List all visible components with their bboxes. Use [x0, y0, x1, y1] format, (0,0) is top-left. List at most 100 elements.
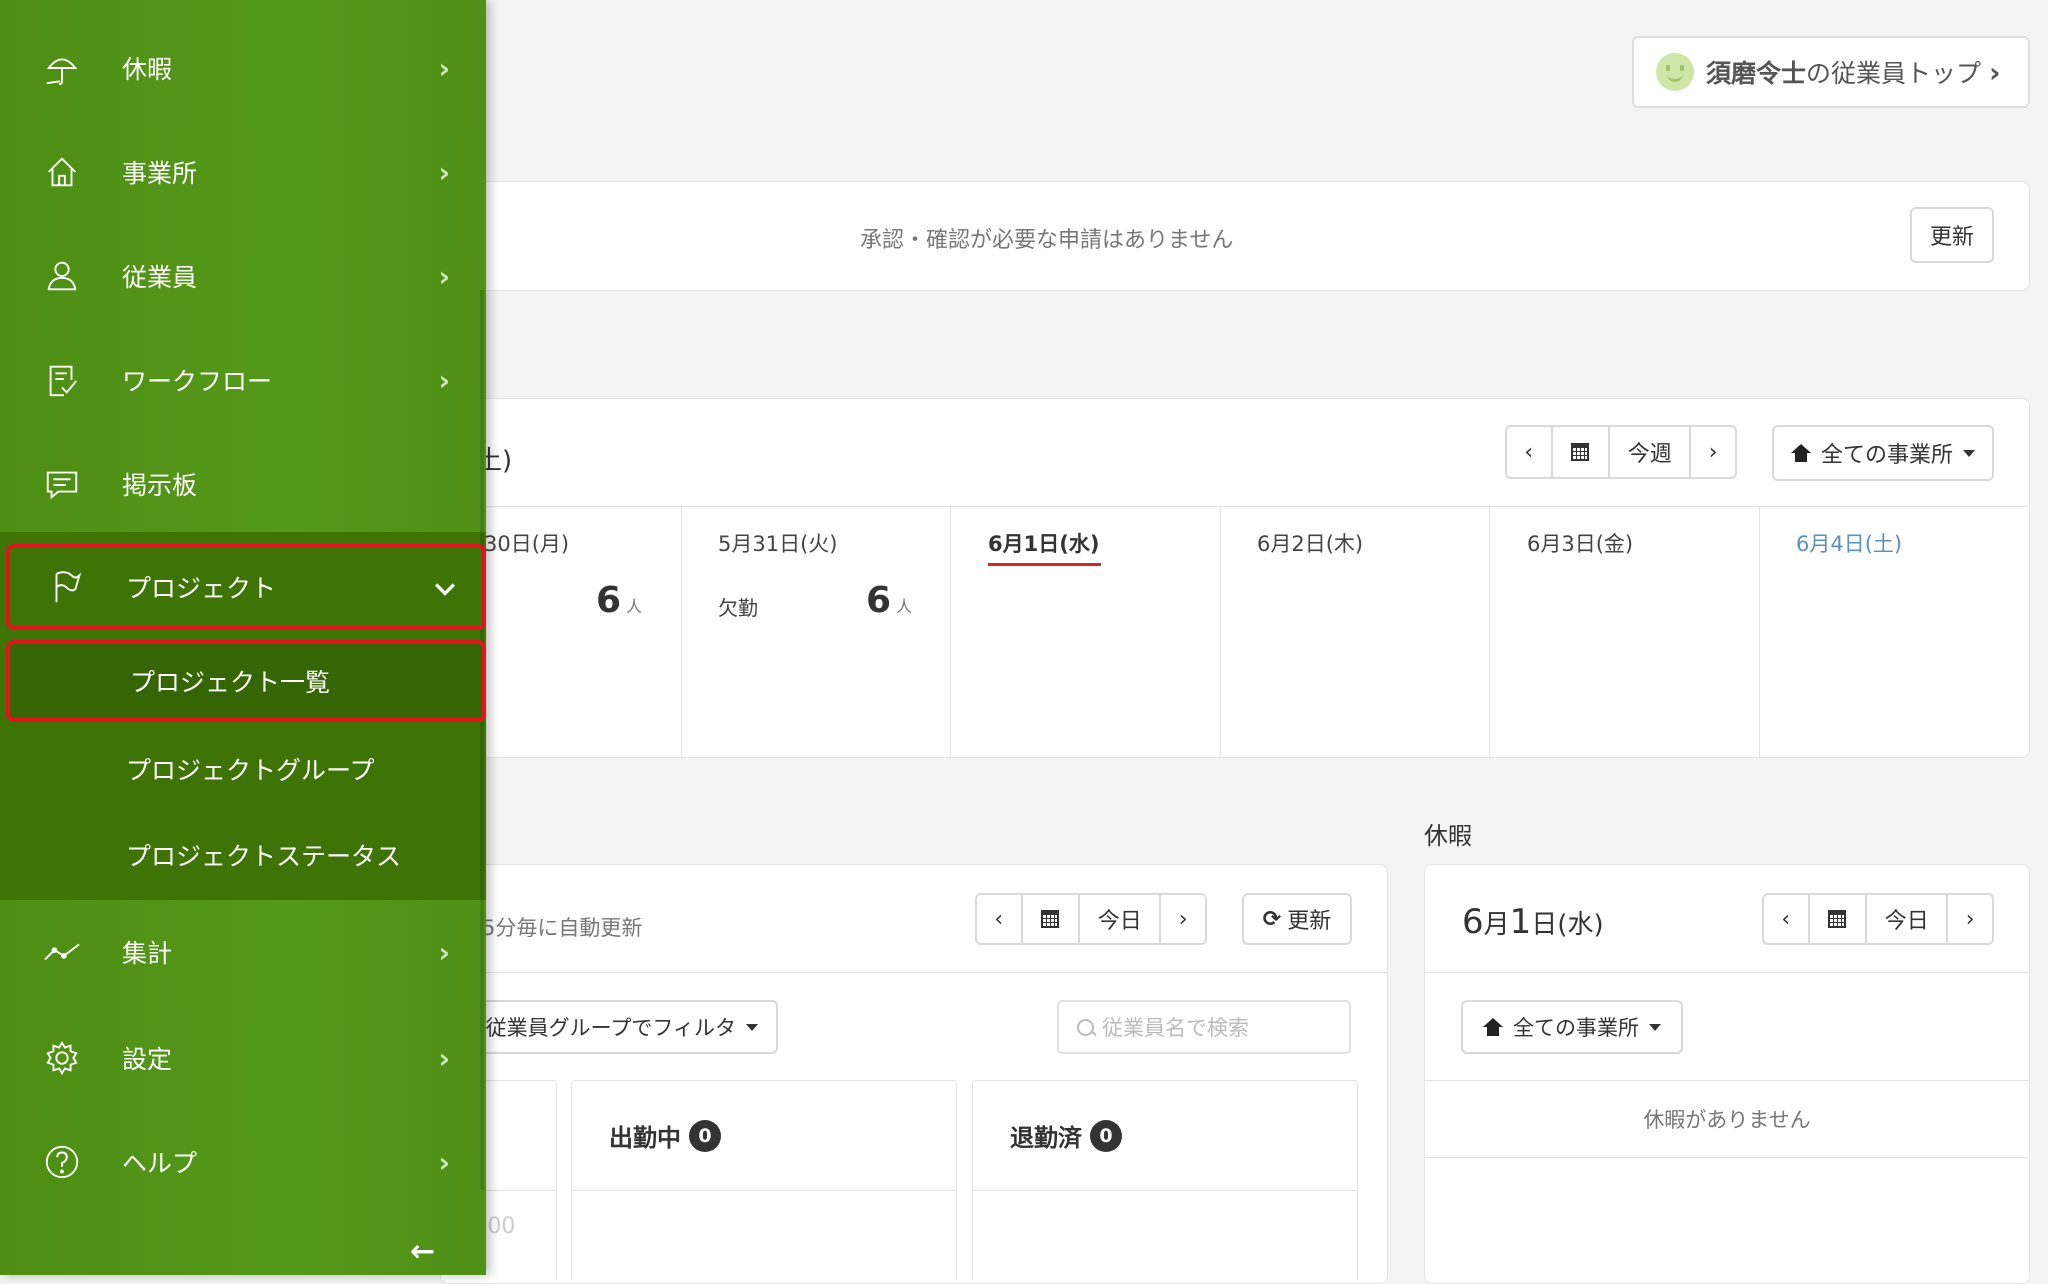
sidebar-item-workflow[interactable]: ワークフロー ›	[0, 328, 486, 432]
divider	[1424, 972, 2030, 973]
working-header: 出勤中 0	[609, 1118, 721, 1153]
chevron-right-icon: ›	[438, 1145, 450, 1179]
sidebar-subitem-project-status[interactable]: プロジェクトステータス	[0, 812, 486, 898]
today-button[interactable]: 今日	[1867, 895, 1949, 943]
employee-search-input[interactable]: 従業員名で検索	[1057, 1000, 1351, 1054]
employee-top-link[interactable]: 須磨令士 の従業員トップ ›	[1632, 36, 2030, 108]
chevron-right-icon: ›	[1989, 55, 2001, 89]
sidebar-item-settings[interactable]: 設定 ›	[0, 1006, 486, 1110]
working-column	[571, 1080, 957, 1280]
sidebar-item-office[interactable]: 事業所 ›	[0, 120, 486, 224]
home-icon	[1790, 444, 1811, 462]
sidebar-item-aggregation[interactable]: 集計 ›	[0, 900, 486, 1004]
sidebar-item-label: 事業所	[122, 159, 198, 188]
divider	[681, 507, 682, 757]
divider	[1220, 507, 1221, 757]
sidebar-item-employees[interactable]: 従業員 ›	[0, 224, 486, 328]
group-filter-label: 従業員グループでフィルタ	[485, 1016, 736, 1040]
chevron-down-icon	[434, 571, 456, 604]
chat-icon	[42, 464, 82, 504]
sidebar-item-help[interactable]: ヘルプ ›	[0, 1110, 486, 1214]
day-label-today[interactable]: 6月1日(水)	[988, 528, 1099, 558]
sidebar-item-project[interactable]: プロジェクト	[6, 544, 486, 630]
prev-day-button[interactable]: ‹	[977, 895, 1023, 943]
umbrella-icon	[42, 48, 82, 88]
employee-top-suffix: の従業員トップ	[1806, 59, 1982, 88]
leave-date: 6月1日(水)	[1462, 902, 1604, 942]
day-count: 6 人	[866, 580, 913, 621]
day-navigation: ‹ 今日 ›	[975, 893, 1207, 945]
help-icon	[42, 1142, 82, 1182]
next-day-button[interactable]: ›	[1948, 895, 1992, 943]
subitem-label: プロジェクトグループ	[126, 756, 375, 785]
smiley-avatar-icon	[1656, 53, 1694, 91]
divider	[1759, 507, 1760, 757]
sidebar-item-leave[interactable]: 休暇 ›	[0, 16, 486, 120]
sidebar-item-label: 集計	[122, 939, 173, 968]
calendar-icon	[1041, 910, 1060, 928]
refresh-label: 更新	[1287, 909, 1332, 934]
sidebar-item-label: プロジェクト	[126, 574, 277, 603]
approval-refresh-button[interactable]: 更新	[1910, 207, 1994, 263]
working-title: 出勤中	[609, 1124, 681, 1152]
divider	[571, 1190, 957, 1191]
calendar-icon	[1828, 910, 1847, 928]
day-label[interactable]: 6月2日(木)	[1257, 528, 1363, 558]
chevron-right-icon: ›	[438, 363, 450, 397]
divider	[440, 972, 1388, 973]
checklist-icon	[42, 360, 82, 400]
day-label[interactable]: 30日(月)	[484, 528, 569, 558]
sidebar-item-bulletin-board[interactable]: 掲示板	[0, 432, 486, 536]
sidebar-subitem-project-list[interactable]: プロジェクト一覧	[6, 640, 486, 722]
prev-week-button[interactable]: ‹	[1507, 427, 1553, 477]
sidebar-subitem-project-group[interactable]: プロジェクトグループ	[0, 726, 486, 812]
calendar-icon	[1571, 443, 1590, 461]
chevron-right-icon: ›	[438, 51, 450, 85]
calendar-button[interactable]	[1023, 895, 1081, 943]
office-filter-dropdown[interactable]: 全ての事業所	[1772, 425, 1994, 481]
divider	[1424, 1080, 2030, 1081]
subitem-label: プロジェクト一覧	[130, 668, 331, 697]
leave-day-navigation: ‹ 今日 ›	[1762, 893, 1994, 945]
divider	[1424, 1157, 2030, 1158]
week-navigation: ‹ 今週 ›	[1505, 425, 1737, 479]
caret-down-icon	[1649, 1023, 1661, 1031]
leave-empty-message: 休暇がありません	[1643, 1108, 1811, 1132]
collapse-sidebar-icon[interactable]: ←	[410, 1234, 435, 1269]
this-week-button[interactable]: 今週	[1610, 427, 1692, 477]
sidebar-item-label: ヘルプ	[122, 1149, 198, 1178]
leave-section-title: 休暇	[1424, 822, 1472, 850]
left-title: 退勤済	[1010, 1124, 1082, 1152]
divider	[950, 507, 951, 757]
today-button[interactable]: 今日	[1080, 895, 1162, 943]
divider	[440, 506, 2030, 507]
employee-name: 須磨令士	[1706, 59, 1807, 88]
day-label-saturday[interactable]: 6月4日(土)	[1796, 528, 1902, 558]
employee-group-filter-dropdown[interactable]: 従業員グループでフィルタ	[440, 1000, 778, 1054]
calendar-button[interactable]	[1553, 427, 1611, 477]
sidebar-item-label: 従業員	[122, 263, 198, 292]
divider	[972, 1190, 1358, 1191]
auto-refresh-text: 5分毎に自動更新	[482, 916, 643, 940]
day-label[interactable]: 6月3日(金)	[1527, 528, 1633, 558]
divider	[1489, 507, 1490, 757]
approval-panel	[440, 181, 2030, 291]
caret-down-icon	[746, 1023, 758, 1031]
sidebar-item-label: 掲示板	[122, 471, 198, 500]
calendar-button[interactable]	[1810, 895, 1868, 943]
person-icon	[42, 256, 82, 296]
leave-office-filter-dropdown[interactable]: 全ての事業所	[1461, 1000, 1683, 1054]
working-count-badge: 0	[689, 1119, 721, 1152]
day-label[interactable]: 5月31日(火)	[718, 528, 837, 558]
attendance-refresh-button[interactable]: ⟳ 更新	[1242, 893, 1352, 945]
next-week-button[interactable]: ›	[1691, 427, 1735, 477]
next-day-button[interactable]: ›	[1161, 895, 1205, 943]
chevron-right-icon: ›	[438, 259, 450, 293]
sidebar-item-label: ワークフロー	[122, 367, 273, 396]
chevron-right-icon: ›	[438, 155, 450, 189]
flag-icon	[46, 567, 86, 607]
gear-icon	[42, 1038, 82, 1078]
caret-down-icon	[1963, 449, 1975, 457]
prev-day-button[interactable]: ‹	[1764, 895, 1810, 943]
sidebar-item-label: 設定	[122, 1045, 173, 1074]
